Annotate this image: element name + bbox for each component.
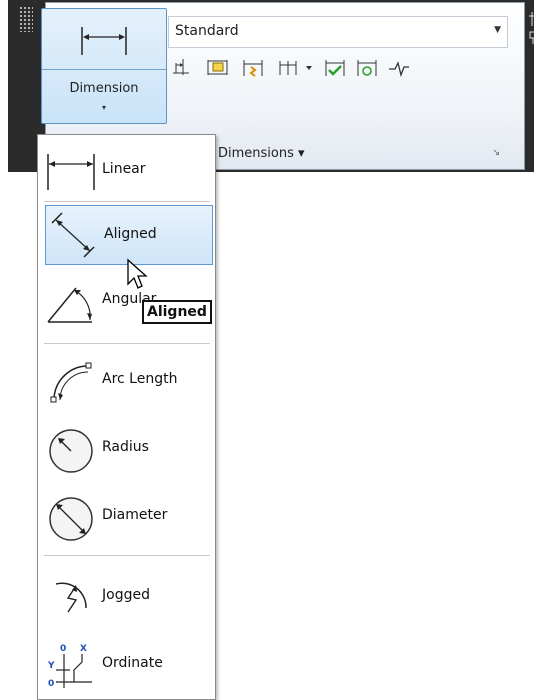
menu-item-label: Linear: [102, 161, 146, 177]
dimension-style-value: Standard: [175, 23, 239, 39]
panel-pin-icon[interactable]: [528, 8, 534, 48]
menu-item-label: Aligned: [104, 226, 157, 242]
diameter-icon: [46, 492, 96, 542]
jogline-icon[interactable]: [384, 52, 414, 84]
svg-text:0: 0: [48, 679, 54, 689]
angular-icon: [46, 276, 96, 326]
jogged-icon: [46, 572, 96, 622]
dimension-split-button[interactable]: Dimension ▾: [41, 8, 167, 124]
menu-item-label: Jogged: [102, 587, 150, 603]
dimension-button-label: Dimension: [69, 81, 139, 96]
linear-dimension-icon[interactable]: [42, 9, 166, 70]
svg-text:Y: Y: [47, 661, 55, 671]
chevron-down-icon[interactable]: ▼: [494, 25, 501, 35]
chevron-down-icon[interactable]: ▾: [298, 146, 305, 161]
menu-item-aligned[interactable]: Aligned: [45, 205, 213, 265]
dimcontinue-icon[interactable]: [274, 52, 312, 84]
arc-length-icon: [46, 356, 96, 406]
panel-grip-icon[interactable]: [19, 6, 33, 32]
menu-item-diameter[interactable]: Diameter: [44, 487, 208, 545]
ordinate-icon: 0 X Y 0: [46, 640, 96, 690]
menu-item-jogged[interactable]: Jogged: [44, 567, 208, 625]
menu-item-label: Diameter: [102, 507, 168, 523]
menu-item-label: Ordinate: [102, 655, 163, 671]
panel-title: Dimensions ▾: [218, 146, 305, 161]
menu-item-arc-length[interactable]: Arc Length: [44, 351, 208, 409]
menu-separator: [44, 343, 210, 344]
tooltip: Aligned: [142, 300, 212, 324]
menu-item-label: Arc Length: [102, 371, 178, 387]
menu-item-radius[interactable]: Radius: [44, 419, 208, 477]
dialog-launcher-icon[interactable]: ↘: [492, 148, 500, 158]
dimbreak-icon[interactable]: [238, 52, 268, 84]
menu-item-linear[interactable]: Linear: [44, 141, 208, 199]
svg-text:X: X: [80, 644, 87, 654]
chevron-down-icon[interactable]: ▾: [42, 103, 166, 112]
dimension-tool-row: [168, 52, 488, 86]
dimension-style-select[interactable]: Standard ▼: [168, 16, 508, 48]
aligned-icon: [48, 211, 98, 261]
dimbaseline-icon[interactable]: [168, 52, 198, 84]
dimension-update-icon[interactable]: [320, 52, 350, 84]
menu-separator: [44, 201, 210, 202]
reassociate-icon[interactable]: [352, 52, 382, 84]
dimension-dropdown-menu: Linear Aligned Angular Arc Length Radius…: [37, 134, 216, 700]
linear-icon: [46, 146, 96, 196]
panel-title-bar[interactable]: Dimensions ▾ ↘: [204, 146, 504, 164]
mouse-pointer-icon: [126, 258, 148, 296]
svg-text:0: 0: [60, 644, 66, 654]
menu-item-ordinate[interactable]: 0 X Y 0 Ordinate: [44, 635, 208, 693]
dimspace-icon[interactable]: [202, 52, 232, 84]
radius-icon: [46, 424, 96, 474]
menu-separator: [44, 555, 210, 556]
menu-item-label: Radius: [102, 439, 149, 455]
